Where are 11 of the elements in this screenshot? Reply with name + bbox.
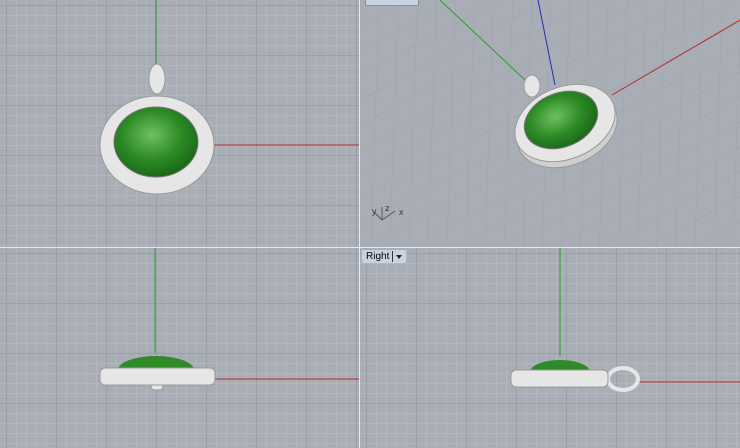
viewport[interactable] bbox=[0, 0, 359, 247]
viewport[interactable]: y z x bbox=[360, 0, 740, 247]
caret-icon bbox=[396, 254, 402, 258]
viewport-name: Right bbox=[366, 251, 390, 262]
axis-triad-icon bbox=[374, 206, 396, 220]
viewport-label[interactable]: Right bbox=[362, 250, 406, 263]
axis-label: z bbox=[385, 203, 390, 213]
viewport[interactable] bbox=[0, 248, 359, 448]
axis-label: x bbox=[399, 207, 404, 217]
viewport[interactable]: Right bbox=[360, 248, 740, 448]
axis-label: y bbox=[372, 206, 376, 216]
